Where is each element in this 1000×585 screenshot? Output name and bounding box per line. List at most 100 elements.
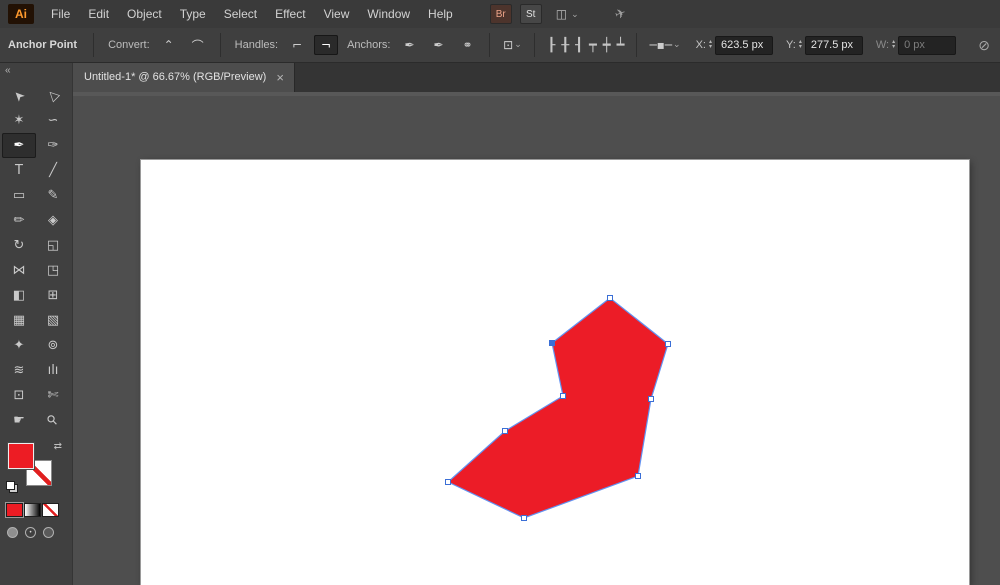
menu-select[interactable]: Select <box>215 0 266 28</box>
slice-tool[interactable]: ✄ <box>36 383 70 408</box>
pen-tool[interactable]: ✒ <box>2 133 36 158</box>
separator <box>636 33 637 57</box>
scale-tool[interactable]: ◱ <box>36 233 70 258</box>
menubar: Ai FileEditObjectTypeSelectEffectViewWin… <box>0 0 1000 28</box>
paintbrush-tool-icon: ✎ <box>48 188 59 203</box>
x-stepper[interactable]: ▴ ▾ <box>709 40 712 50</box>
menu-effect[interactable]: Effect <box>266 0 314 28</box>
stock-badge[interactable]: St <box>520 4 542 24</box>
direct-selection-tool[interactable]: ▷ <box>36 83 70 108</box>
panel-collapse-button[interactable]: « <box>0 62 72 79</box>
type-tool[interactable]: T <box>2 158 36 183</box>
scale-tool-icon: ◱ <box>47 238 59 253</box>
eyedropper-tool[interactable]: ✦ <box>2 333 36 358</box>
y-stepper[interactable]: ▴ ▾ <box>799 40 802 50</box>
hide-handles-icon: ¬ <box>321 38 331 52</box>
convert-smooth-icon: ⌒ <box>192 37 204 54</box>
w-stepper: ▴ ▾ <box>892 40 895 50</box>
line-segment-tool[interactable]: ╱ <box>36 158 70 183</box>
shape-builder-tool-icon: ◧ <box>13 288 25 303</box>
eraser-tool[interactable]: ◈ <box>36 208 70 233</box>
gradient-mode-button[interactable] <box>24 503 41 517</box>
convert-to-smooth-button[interactable]: ⌒ <box>186 35 210 55</box>
convert-to-corner-button[interactable]: ⌃ <box>157 35 181 55</box>
document-setup-button[interactable]: ⊡ ⌄ <box>500 35 524 55</box>
show-handles-button[interactable]: ⌐ <box>285 35 309 55</box>
draw-inside-icon[interactable] <box>43 527 54 538</box>
curvature-tool-icon: ✑ <box>48 138 59 153</box>
share-icon[interactable]: ✈ <box>612 5 628 24</box>
none-mode-button[interactable] <box>42 503 59 517</box>
column-graph-tool-icon: ılı <box>48 363 59 378</box>
pasteboard[interactable] <box>72 92 1000 585</box>
paintbrush-tool[interactable]: ✎ <box>36 183 70 208</box>
blend-tool[interactable]: ⊚ <box>36 333 70 358</box>
rectangle-tool[interactable]: ▭ <box>2 183 36 208</box>
free-transform-tool[interactable]: ◳ <box>36 258 70 283</box>
menu-window[interactable]: Window <box>358 0 419 28</box>
chevron-down-icon: ⌄ <box>571 9 579 20</box>
bridge-badge[interactable]: Br <box>490 4 512 24</box>
symbol-sprayer-tool-icon: ≋ <box>14 363 25 378</box>
remove-anchor-button[interactable]: ✒ <box>397 35 421 55</box>
symbol-sprayer-tool[interactable]: ≋ <box>2 358 36 383</box>
shape-builder-tool[interactable]: ◧ <box>2 283 36 308</box>
gradient-tool[interactable]: ▧ <box>36 308 70 333</box>
default-fill-stroke-icon[interactable] <box>6 481 18 493</box>
color-mode-button[interactable] <box>6 503 23 517</box>
separator <box>534 33 535 57</box>
convert-label: Convert: <box>108 39 150 51</box>
zoom-tool[interactable]: ⚲ <box>36 408 70 433</box>
curvature-tool[interactable]: ✑ <box>36 133 70 158</box>
app-logo[interactable]: Ai <box>8 4 34 24</box>
rotate-tool[interactable]: ↻ <box>2 233 36 258</box>
perspective-grid-tool[interactable]: ⊞ <box>36 283 70 308</box>
align-icons: ┠ ╂ ┨ ┯ ┿ ┷ <box>547 38 624 53</box>
add-anchor-button[interactable]: ✒ <box>426 35 450 55</box>
tab-close-icon[interactable]: × <box>276 71 284 84</box>
selection-tool[interactable]: ➤ <box>2 83 36 108</box>
align-bottom-icon[interactable]: ┷ <box>617 38 625 53</box>
isolate-selected-icon[interactable]: ⊘ <box>978 37 990 54</box>
menu-file[interactable]: File <box>42 0 79 28</box>
hide-handles-button[interactable]: ¬ <box>314 35 338 55</box>
y-input[interactable]: 277.5 px <box>805 36 863 55</box>
lasso-tool[interactable]: ∽ <box>36 108 70 133</box>
artboard-tool[interactable]: ⊡ <box>2 383 36 408</box>
align-center-v-icon[interactable]: ┿ <box>603 38 611 53</box>
magic-wand-tool-icon: ✶ <box>14 113 25 128</box>
default-fill-icon <box>6 481 15 490</box>
menu-type[interactable]: Type <box>171 0 215 28</box>
align-center-h-icon[interactable]: ╂ <box>561 38 569 53</box>
width-tool[interactable]: ⋈ <box>2 258 36 283</box>
fill-swatch[interactable] <box>8 443 34 469</box>
separator <box>489 33 490 57</box>
slice-tool-icon: ✄ <box>48 388 59 403</box>
align-top-icon[interactable]: ┯ <box>589 38 597 53</box>
draw-behind-icon[interactable]: • <box>25 527 36 538</box>
align-left-icon[interactable]: ┠ <box>547 38 555 53</box>
align-right-icon[interactable]: ┨ <box>575 38 583 53</box>
connect-anchors-button[interactable]: ⚭ <box>455 35 479 55</box>
swap-fill-stroke-icon[interactable]: ⇄ <box>54 441 62 452</box>
column-graph-tool[interactable]: ılı <box>36 358 70 383</box>
document-tab-bar: Untitled-1* @ 66.67% (RGB/Preview) × <box>72 62 1000 92</box>
pencil-tool[interactable]: ✏ <box>2 208 36 233</box>
workspace-switcher[interactable]: ◫ ⌄ <box>556 7 579 21</box>
magic-wand-tool[interactable]: ✶ <box>2 108 36 133</box>
mesh-tool[interactable]: ▦ <box>2 308 36 333</box>
x-input[interactable]: 623.5 px <box>715 36 773 55</box>
w-label: W: <box>876 39 889 51</box>
menu-help[interactable]: Help <box>419 0 462 28</box>
menu-view[interactable]: View <box>315 0 359 28</box>
menu-edit[interactable]: Edit <box>79 0 118 28</box>
separator <box>93 33 94 57</box>
stroke-profile-button[interactable]: ─▪─ ⌄ <box>647 35 682 55</box>
illustrator-window: Ai FileEditObjectTypeSelectEffectViewWin… <box>0 0 1000 585</box>
hand-tool[interactable]: ☛ <box>2 408 36 433</box>
menu-object[interactable]: Object <box>118 0 171 28</box>
draw-normal-icon[interactable] <box>7 527 18 538</box>
line-segment-tool-icon: ╱ <box>49 163 57 178</box>
artboard[interactable] <box>141 160 969 585</box>
document-tab[interactable]: Untitled-1* @ 66.67% (RGB/Preview) × <box>72 62 295 92</box>
